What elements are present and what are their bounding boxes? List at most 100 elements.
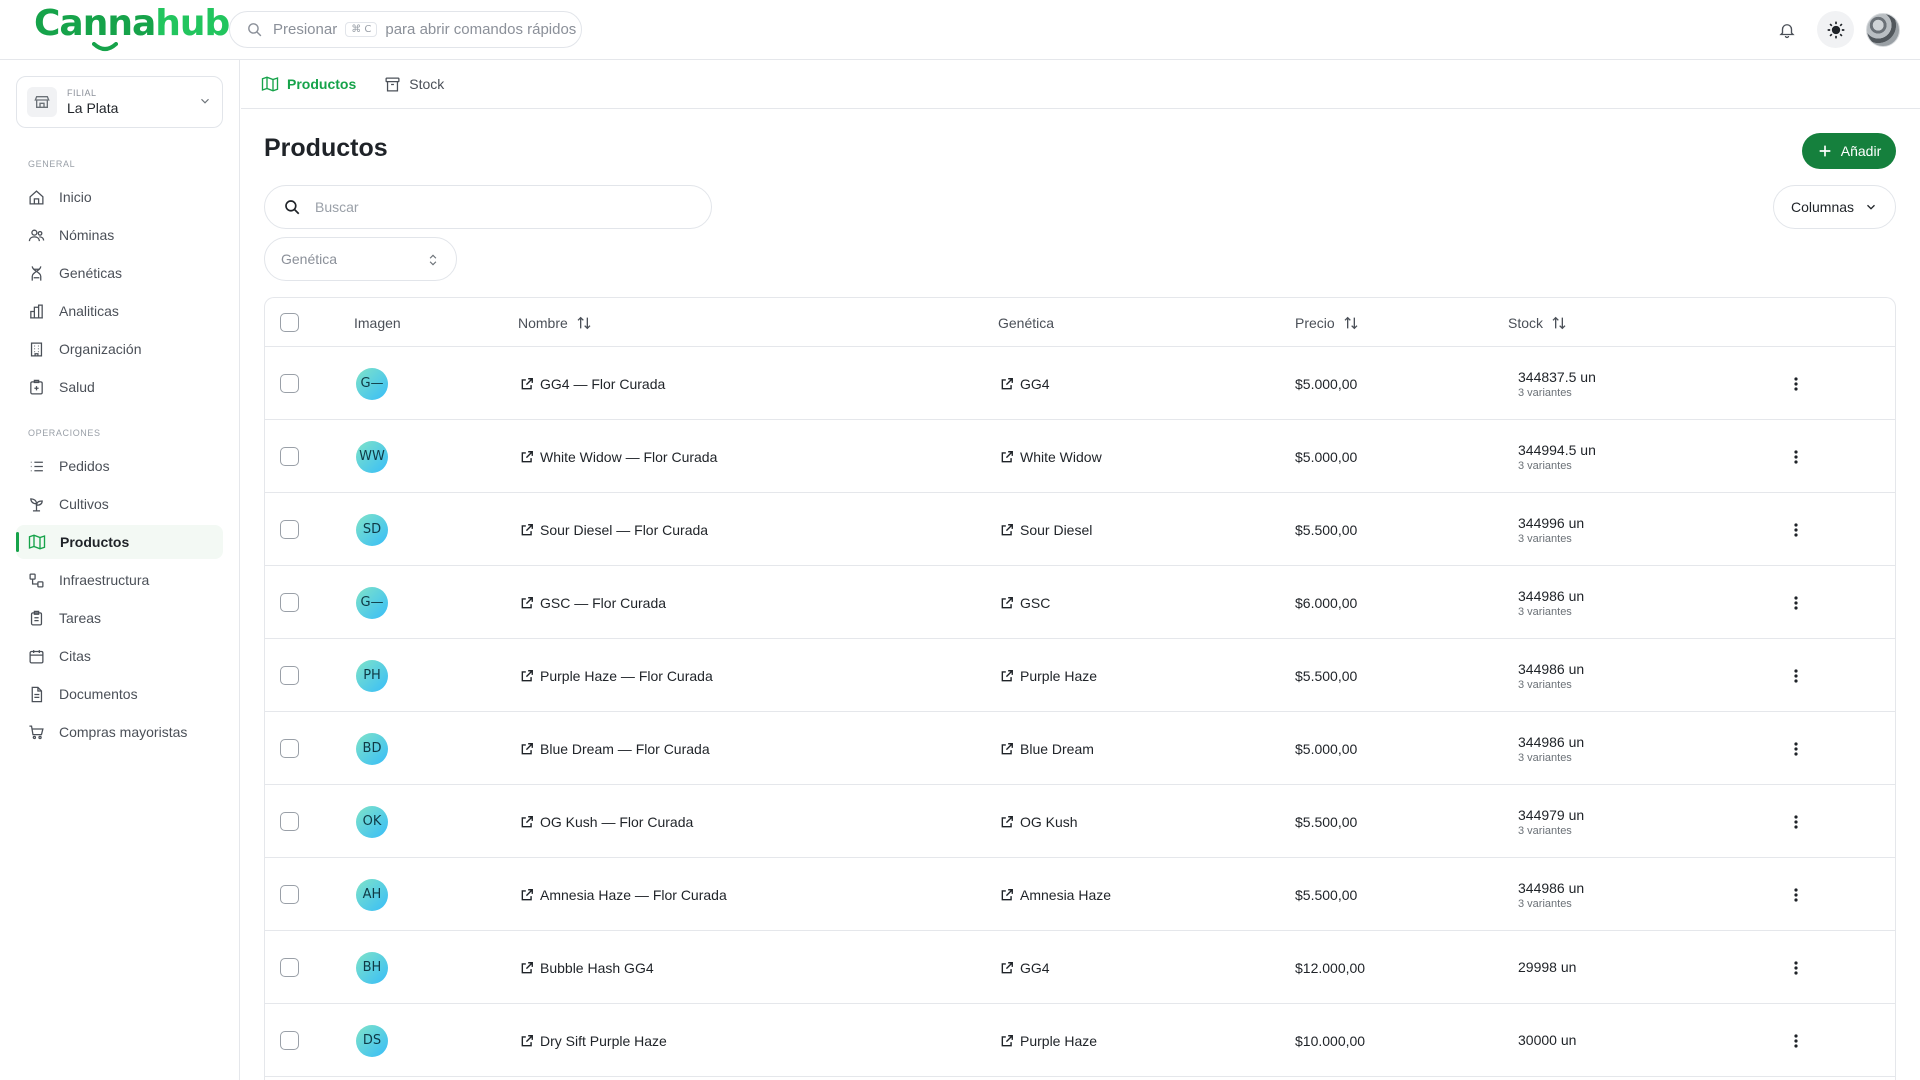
logo-text-part2: hub: [155, 3, 230, 44]
sort-icon[interactable]: [1343, 315, 1359, 331]
product-avatar: G—: [356, 586, 388, 619]
product-name-link[interactable]: GSC — Flor Curada: [520, 595, 666, 611]
external-link-icon: [521, 377, 533, 389]
row-checkbox[interactable]: [280, 1031, 299, 1050]
sidebar-item-documentos[interactable]: Documentos: [16, 677, 223, 711]
sidebar-item-citas[interactable]: Citas: [16, 639, 223, 673]
genetics-link[interactable]: Blue Dream: [1000, 741, 1094, 757]
genetics-link[interactable]: Sour Diesel: [1000, 522, 1092, 538]
row-actions-button[interactable]: [1786, 374, 1806, 394]
search-input[interactable]: [315, 199, 695, 215]
row-actions-cell: [1786, 712, 1806, 785]
search-field[interactable]: [264, 185, 712, 229]
table-row[interactable]: AH Amnesia Haze — Flor Curada Amnesia Ha…: [265, 858, 1895, 931]
product-name-link[interactable]: Sour Diesel — Flor Curada: [520, 522, 708, 538]
add-button[interactable]: Añadir: [1802, 133, 1896, 169]
genetics-link[interactable]: Purple Haze: [1000, 668, 1097, 684]
row-actions-button[interactable]: [1786, 593, 1806, 613]
row-checkbox[interactable]: [280, 885, 299, 904]
sort-icon[interactable]: [1551, 315, 1567, 331]
table-row[interactable]: G— GSC — Flor Curada GSC $6.000,00 34498…: [265, 566, 1895, 639]
sort-icon[interactable]: [576, 315, 592, 331]
table-row[interactable]: BD Blue Dream — Flor Curada Blue Dream $…: [265, 712, 1895, 785]
external-link-icon: [1001, 450, 1013, 462]
stock-value: 30000 un: [1518, 1031, 1577, 1048]
stock-cell: 344837.5 un 3 variantes: [1518, 347, 1596, 420]
genetics-link[interactable]: Purple Haze: [1000, 1033, 1097, 1049]
genetics-link[interactable]: GG4: [1000, 960, 1050, 976]
row-actions-button[interactable]: [1786, 958, 1806, 978]
sidebar-item-cultivos[interactable]: Cultivos: [16, 487, 223, 521]
cannahub-logo[interactable]: Cannahub: [34, 3, 230, 44]
product-name-link[interactable]: Purple Haze — Flor Curada: [520, 668, 713, 684]
table-row[interactable]: WW White Widow — Flor Curada White Widow…: [265, 420, 1895, 493]
sidebar-item-pedidos[interactable]: Pedidos: [16, 449, 223, 483]
row-actions-button[interactable]: [1786, 447, 1806, 467]
table-row[interactable]: BH Bubble Hash GG4 GG4 $12.000,00 29998 …: [265, 931, 1895, 1004]
table-row[interactable]: G— GG4 — Flor Curada GG4 $5.000,00 34483…: [265, 347, 1895, 420]
sidebar-item-nominas[interactable]: Nóminas: [16, 218, 223, 252]
row-checkbox[interactable]: [280, 447, 299, 466]
sidebar-item-compras-mayoristas[interactable]: Compras mayoristas: [16, 715, 223, 749]
product-name-link[interactable]: Blue Dream — Flor Curada: [520, 741, 710, 757]
tab-productos[interactable]: Productos: [261, 75, 356, 93]
row-actions-button[interactable]: [1786, 739, 1806, 759]
product-name-link[interactable]: GG4 — Flor Curada: [520, 376, 665, 392]
sidebar-item-salud[interactable]: Salud: [16, 370, 223, 404]
product-name: Blue Dream — Flor Curada: [540, 740, 710, 757]
map-icon: [28, 534, 46, 550]
product-name-link[interactable]: Amnesia Haze — Flor Curada: [520, 887, 727, 903]
product-avatar: BD: [356, 732, 388, 765]
product-name-link[interactable]: OG Kush — Flor Curada: [520, 814, 693, 830]
product-name-link[interactable]: White Widow — Flor Curada: [520, 449, 717, 465]
table-row[interactable]: PH Purple Haze — Flor Curada Purple Haze…: [265, 639, 1895, 712]
building-icon: [30, 341, 43, 357]
select-all-checkbox[interactable]: [280, 313, 299, 332]
tab-stock[interactable]: Stock: [384, 76, 444, 93]
row-checkbox[interactable]: [280, 812, 299, 831]
external-link-icon: [521, 523, 533, 535]
sidebar-item-geneticas[interactable]: Genéticas: [16, 256, 223, 290]
genetics-link[interactable]: Amnesia Haze: [1000, 887, 1111, 903]
columns-button[interactable]: Columnas: [1773, 185, 1896, 229]
row-checkbox[interactable]: [280, 739, 299, 758]
column-header-price[interactable]: Precio: [1295, 298, 1359, 347]
cart-icon: [29, 724, 44, 739]
table-row[interactable]: DS Dry Sift Purple Haze Purple Haze $10.…: [265, 1004, 1895, 1077]
row-actions-button[interactable]: [1786, 520, 1806, 540]
genetics-link[interactable]: GSC: [1000, 595, 1050, 611]
sidebar-item-tareas[interactable]: Tareas: [16, 601, 223, 635]
product-name-link[interactable]: Dry Sift Purple Haze: [520, 1033, 667, 1049]
row-actions-button[interactable]: [1786, 885, 1806, 905]
row-checkbox[interactable]: [280, 593, 299, 612]
row-checkbox[interactable]: [280, 374, 299, 393]
column-header-name[interactable]: Nombre: [518, 298, 592, 347]
sidebar-item-productos[interactable]: Productos: [16, 525, 223, 559]
genetics-filter-select[interactable]: Genética: [264, 237, 457, 281]
column-header-image: Imagen: [354, 298, 401, 347]
row-actions-button[interactable]: [1786, 1031, 1806, 1051]
table-row[interactable]: OK OG Kush — Flor Curada OG Kush $5.500,…: [265, 785, 1895, 858]
branch-selector[interactable]: FILIAL La Plata: [16, 76, 223, 128]
row-checkbox[interactable]: [280, 520, 299, 539]
row-actions-button[interactable]: [1786, 812, 1806, 832]
theme-toggle-button[interactable]: [1817, 11, 1854, 48]
sidebar-item-organizacion[interactable]: Organización: [16, 332, 223, 366]
sidebar-item-inicio[interactable]: Inicio: [16, 180, 223, 214]
sidebar-item-analiticas[interactable]: Analiticas: [16, 294, 223, 328]
row-checkbox[interactable]: [280, 666, 299, 685]
table-row[interactable]: SD Sour Diesel — Flor Curada Sour Diesel…: [265, 493, 1895, 566]
sidebar-item-infraestructura[interactable]: Infraestructura: [16, 563, 223, 597]
more-vertical-icon: [1794, 887, 1798, 902]
genetics-link[interactable]: OG Kush: [1000, 814, 1078, 830]
genetics-link[interactable]: White Widow: [1000, 449, 1102, 465]
product-name-link[interactable]: Bubble Hash GG4: [520, 960, 654, 976]
notifications-button[interactable]: [1768, 11, 1805, 48]
command-search-bar[interactable]: Presionar ⌘ C para abrir comandos rápido…: [229, 11, 582, 48]
column-header-stock[interactable]: Stock: [1508, 298, 1567, 347]
row-actions-button[interactable]: [1786, 666, 1806, 686]
row-actions-cell: [1786, 931, 1806, 1004]
genetics-link[interactable]: GG4: [1000, 376, 1050, 392]
user-avatar[interactable]: [1866, 12, 1900, 47]
row-checkbox[interactable]: [280, 958, 299, 977]
